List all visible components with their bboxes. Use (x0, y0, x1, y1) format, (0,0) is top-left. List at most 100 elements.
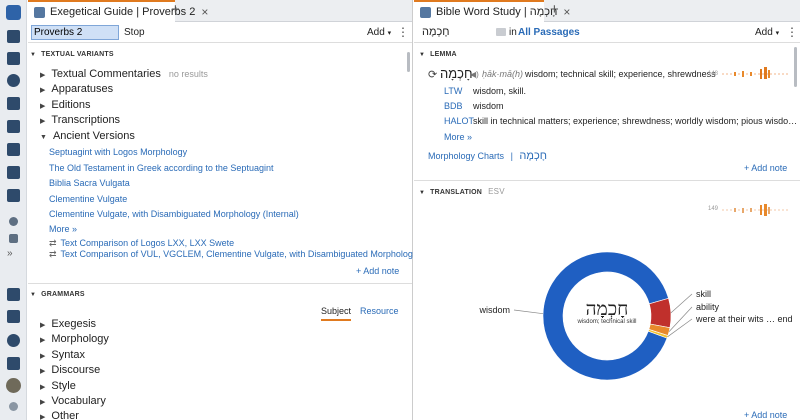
item-label: Editions (51, 99, 91, 111)
sync-icon[interactable] (7, 334, 20, 347)
app-window: » Exegetical Guide | Proverbs 2 × + Stop… (0, 0, 800, 420)
translation-version[interactable]: ESV (488, 187, 505, 196)
audio-icon[interactable]: ◀) (470, 70, 479, 79)
refresh-icon[interactable]: ⟳ (428, 68, 437, 81)
grammar-item-syntax[interactable]: ▶ Syntax (40, 349, 85, 361)
donut-leader-line (667, 318, 693, 338)
logos-logo-icon[interactable] (6, 5, 21, 20)
word-search-input[interactable]: חָכְמָה (422, 26, 450, 38)
textual-variants-header[interactable]: ▼ TEXTUAL VARIANTS (30, 51, 114, 58)
item-label: Morphology (51, 333, 109, 345)
version-link[interactable]: Septuagint with Logos Morphology (49, 147, 187, 157)
donut-label-skill[interactable]: skill (696, 289, 711, 299)
add-label: Add (755, 27, 773, 38)
tab-exegetical-guide[interactable]: Exegetical Guide | Proverbs 2 × (28, 0, 208, 22)
tv-item-ancient-versions[interactable]: ▼ Ancient Versions (40, 130, 135, 142)
translation-header[interactable]: ▼ TRANSLATION ESV (419, 187, 505, 196)
reference-input[interactable] (31, 25, 119, 40)
expand-triangle-icon: ▶ (40, 399, 46, 406)
collapse-rail-icon[interactable] (9, 402, 18, 411)
grammar-item-style[interactable]: ▶ Style (40, 380, 76, 392)
new-tab-icon[interactable]: + (550, 2, 559, 18)
grammar-item-morphology[interactable]: ▶ Morphology (40, 333, 109, 345)
collapse-triangle-icon: ▼ (30, 52, 37, 58)
grammar-item-other[interactable]: ▶ Other (40, 410, 79, 420)
stop-button[interactable]: Stop (124, 27, 145, 38)
add-label: Add (367, 27, 385, 38)
layouts-icon[interactable] (7, 288, 20, 301)
tv-item-textual-commentaries[interactable]: ▶ Textual Commentaries no results (40, 68, 208, 80)
source-ltw-link[interactable]: LTW (444, 86, 462, 96)
right-toolbar: חָכְמָה in All Passages Add ▾ ⋮ (414, 22, 800, 43)
source-bdb-link[interactable]: BDB (444, 101, 463, 111)
translation-donut-chart[interactable]: wisdom skill ability were at their wits … e… (414, 225, 800, 420)
comparison-link[interactable]: ⇄ Text Comparison of VUL, VGCLEM, Clement… (49, 249, 422, 260)
item-label: Syntax (51, 349, 86, 361)
expand-chevron-icon[interactable]: » (7, 248, 13, 260)
comparison-link[interactable]: ⇄ Text Comparison of Logos LXX, LXX Swete (49, 238, 234, 249)
tv-item-editions[interactable]: ▶ Editions (40, 99, 91, 111)
morphology-charts-link[interactable]: Morphology Charts | חָכְמָה (428, 150, 547, 162)
collapse-triangle-icon: ▼ (30, 292, 37, 298)
donut-slice-skill[interactable] (648, 297, 672, 329)
tv-item-transcriptions[interactable]: ▶ Transcriptions (40, 114, 120, 126)
version-link[interactable]: Clementine Vulgate, with Disambiguated M… (49, 209, 299, 219)
donut-label-wisdom[interactable]: wisdom (478, 305, 510, 315)
lemma-frequency-sparkline[interactable] (720, 66, 790, 80)
tab-resource[interactable]: Resource (360, 306, 399, 316)
version-link[interactable]: The Old Testament in Greek according to … (49, 163, 273, 173)
more-options-icon[interactable]: ⋮ (786, 25, 798, 39)
translation-frequency-sparkline[interactable] (720, 203, 790, 217)
item-label: Textual Commentaries (51, 68, 161, 80)
donut-label-ability[interactable]: ability (696, 302, 720, 312)
chevron-down-icon: ▾ (775, 30, 780, 37)
tab-bible-word-study[interactable]: Bible Word Study | חָכְמָה × (414, 0, 570, 22)
add-menu-button[interactable]: Add ▾ (367, 27, 391, 38)
section-divider (414, 180, 800, 181)
library-icon[interactable] (7, 52, 20, 65)
tools-grid-icon[interactable] (7, 189, 20, 202)
store-cart-icon[interactable] (7, 357, 20, 370)
source-halot-link[interactable]: HALOT (444, 116, 474, 126)
donut-label-were[interactable]: were at their wits … end (695, 314, 793, 324)
more-sources-link[interactable]: More » (444, 132, 472, 142)
tv-item-apparatuses[interactable]: ▶ Apparatuses (40, 83, 113, 95)
guides-icon[interactable] (7, 97, 20, 110)
source-bdb-text: wisdom (473, 101, 504, 111)
user-avatar[interactable] (6, 378, 21, 393)
tab-subject[interactable]: Subject (321, 306, 352, 321)
grammar-item-vocabulary[interactable]: ▶ Vocabulary (40, 395, 106, 407)
documents-icon[interactable] (7, 143, 20, 156)
add-panel-icon[interactable] (9, 234, 18, 243)
add-note-button[interactable]: + Add note (356, 266, 399, 276)
share-icon[interactable] (7, 310, 20, 323)
grammar-item-discourse[interactable]: ▶ Discourse (40, 364, 100, 376)
right-scrollbar[interactable] (794, 47, 797, 87)
keyboard-icon[interactable] (496, 28, 506, 36)
info-icon[interactable] (9, 217, 18, 226)
add-note-button[interactable]: + Add note (744, 410, 787, 420)
expand-triangle-icon: ▶ (40, 87, 46, 94)
word-study-icon (420, 6, 431, 18)
lemma-count: 148 (708, 71, 719, 77)
grammars-header[interactable]: ▼ GRAMMARS (30, 291, 85, 298)
scope-selector[interactable]: All Passages (518, 27, 580, 38)
left-scrollbar[interactable] (407, 52, 410, 72)
item-label: Discourse (51, 364, 101, 376)
grammar-item-exegesis[interactable]: ▶ Exegesis (40, 318, 96, 330)
tasks-icon[interactable] (7, 120, 20, 133)
new-tab-icon[interactable]: + (171, 2, 180, 18)
add-note-button[interactable]: + Add note (744, 163, 787, 173)
more-options-icon[interactable]: ⋮ (397, 25, 409, 39)
add-menu-button[interactable]: Add ▾ (755, 27, 779, 38)
close-tab-icon[interactable]: × (201, 5, 208, 19)
more-versions-link[interactable]: More » (49, 224, 77, 234)
close-tab-icon[interactable]: × (563, 5, 570, 19)
version-link[interactable]: Clementine Vulgate (49, 194, 127, 204)
bible-icon[interactable] (7, 166, 20, 179)
search-icon[interactable] (7, 74, 20, 87)
home-icon[interactable] (7, 30, 20, 43)
version-link[interactable]: Biblia Sacra Vulgata (49, 178, 130, 188)
item-label: Apparatuses (51, 83, 114, 95)
lemma-header[interactable]: ▼ LEMMA (419, 51, 457, 58)
